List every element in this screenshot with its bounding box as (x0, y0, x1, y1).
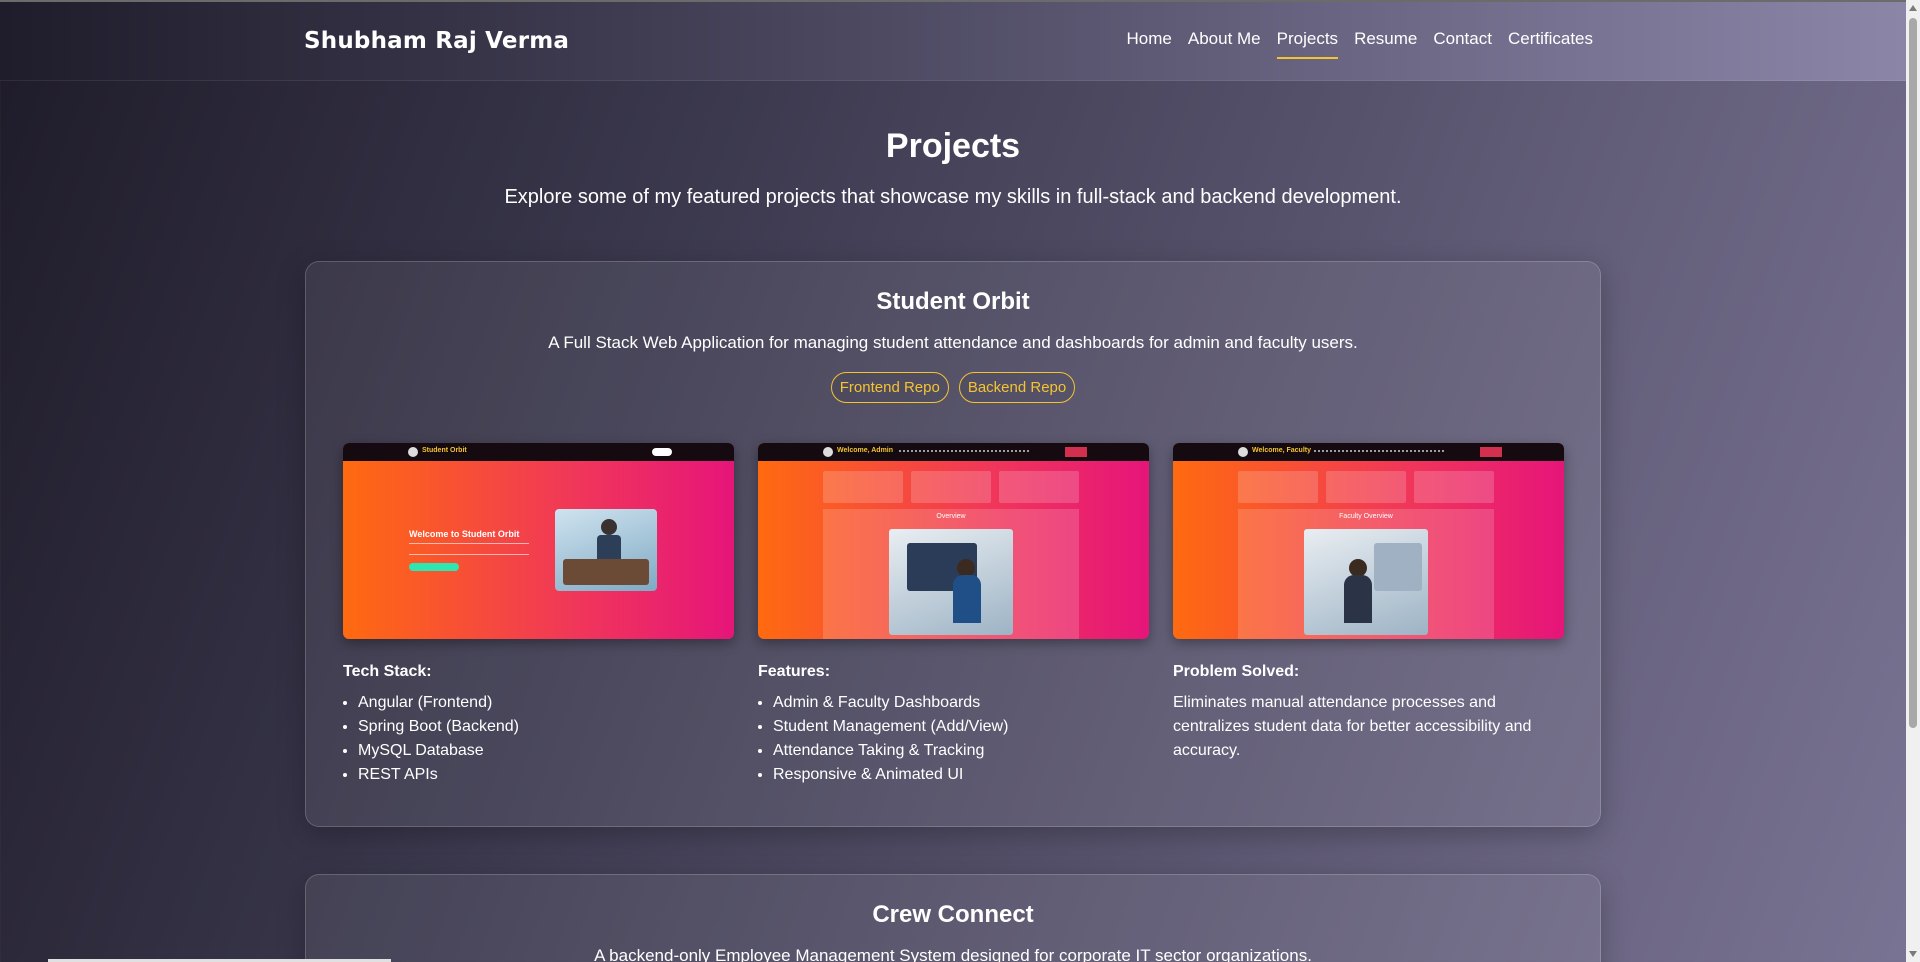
project-card-crew-connect: Crew Connect A backend-only Employee Man… (305, 874, 1601, 962)
features-list: Admin & Faculty Dashboards Student Manag… (758, 691, 1008, 787)
list-item: REST APIs (358, 763, 519, 787)
problem-solved-text: Eliminates manual attendance processes a… (1173, 694, 1532, 759)
screenshot-title: Welcome, Faculty (1252, 447, 1312, 454)
frontend-repo-button[interactable]: Frontend Repo (830, 372, 949, 403)
screenshot-welcome: Welcome to Student Orbit (409, 529, 520, 539)
screenshot-navbar: Welcome, Admin (758, 443, 1149, 461)
chart-board-shape (1374, 543, 1422, 591)
stat-card (823, 471, 903, 503)
nav-projects[interactable]: Projects (1276, 29, 1339, 59)
admin-illustration (889, 529, 1013, 635)
logo-icon (408, 447, 418, 457)
stat-card (1326, 471, 1406, 503)
logout-badge (1480, 447, 1502, 457)
page-title: Projects (885, 127, 1021, 165)
person-body-shape (1344, 575, 1372, 623)
stat-card (999, 471, 1079, 503)
classroom-illustration (555, 509, 657, 591)
list-item: MySQL Database (358, 739, 519, 763)
scroll-up-icon[interactable] (1909, 5, 1917, 11)
screenshot-cta (409, 563, 459, 571)
overview-title: Overview (936, 513, 966, 520)
project-title: Crew Connect (872, 901, 1034, 928)
features-heading: Features: (758, 663, 831, 680)
logo-icon (823, 447, 833, 457)
nav-home[interactable]: Home (1127, 29, 1172, 59)
repo-links: Frontend Repo Backend Repo (306, 372, 1600, 403)
list-item: Responsive & Animated UI (773, 763, 1008, 787)
nav-resume[interactable]: Resume (1354, 29, 1417, 59)
brand-name[interactable]: Shubham Raj Verma (304, 28, 569, 54)
screenshot-faculty-dashboard[interactable]: Welcome, Faculty Faculty Overview (1173, 443, 1564, 639)
faculty-overview-title: Faculty Overview (1339, 513, 1393, 520)
screenshot-home[interactable]: Student Orbit Welcome to Student Orbit (343, 443, 734, 639)
project-description: A Full Stack Web Application for managin… (548, 333, 1358, 352)
stat-card (911, 471, 991, 503)
nav-about-me[interactable]: About Me (1188, 29, 1261, 59)
desk-shape (563, 559, 649, 585)
login-pill (652, 448, 672, 456)
vertical-scrollbar[interactable] (1906, 0, 1920, 962)
problem-solved-heading: Problem Solved: (1173, 663, 1300, 680)
list-item: Attendance Taking & Tracking (773, 739, 1008, 763)
list-item: Spring Boot (Backend) (358, 715, 519, 739)
overview-panel: Overview (823, 509, 1079, 639)
person-body-shape (953, 575, 981, 623)
list-item: Admin & Faculty Dashboards (773, 691, 1008, 715)
page-subtitle: Explore some of my featured projects tha… (504, 186, 1402, 208)
logout-badge (1065, 447, 1087, 457)
screenshot-text-lines (409, 543, 529, 555)
logo-icon (1238, 447, 1248, 457)
list-item: Angular (Frontend) (358, 691, 519, 715)
main-nav: Home About Me Projects Resume Contact Ce… (1127, 29, 1593, 59)
screenshot-navbar: Student Orbit (343, 443, 734, 461)
stat-card (1414, 471, 1494, 503)
scroll-down-icon[interactable] (1909, 951, 1917, 957)
nav-contact[interactable]: Contact (1433, 29, 1492, 59)
screenshot-title: Welcome, Admin (837, 447, 894, 454)
tech-stack-heading: Tech Stack: (343, 663, 432, 680)
project-title: Student Orbit (876, 288, 1030, 315)
screenshot-admin-dashboard[interactable]: Welcome, Admin Overview (758, 443, 1149, 639)
site-header: Shubham Raj Verma Home About Me Projects… (0, 2, 1906, 81)
screenshot-navbar: Welcome, Faculty (1173, 443, 1564, 461)
stat-cards (823, 471, 1079, 503)
faculty-illustration (1304, 529, 1428, 635)
backend-repo-button[interactable]: Backend Repo (958, 372, 1076, 403)
teacher-head-shape (601, 519, 617, 535)
screenshot-nav-links (1314, 450, 1444, 453)
screenshot-brand: Student Orbit (422, 447, 467, 454)
project-card-student-orbit: Student Orbit A Full Stack Web Applicati… (305, 261, 1601, 827)
faculty-overview-panel: Faculty Overview (1238, 509, 1494, 639)
project-description: A backend-only Employee Management Syste… (594, 946, 1312, 962)
stat-card (1238, 471, 1318, 503)
nav-certificates[interactable]: Certificates (1508, 29, 1593, 59)
screenshot-nav-links (899, 450, 1029, 453)
scrollbar-thumb[interactable] (1909, 18, 1917, 728)
stat-cards (1238, 471, 1494, 503)
list-item: Student Management (Add/View) (773, 715, 1008, 739)
tech-stack-list: Angular (Frontend) Spring Boot (Backend)… (343, 691, 519, 787)
